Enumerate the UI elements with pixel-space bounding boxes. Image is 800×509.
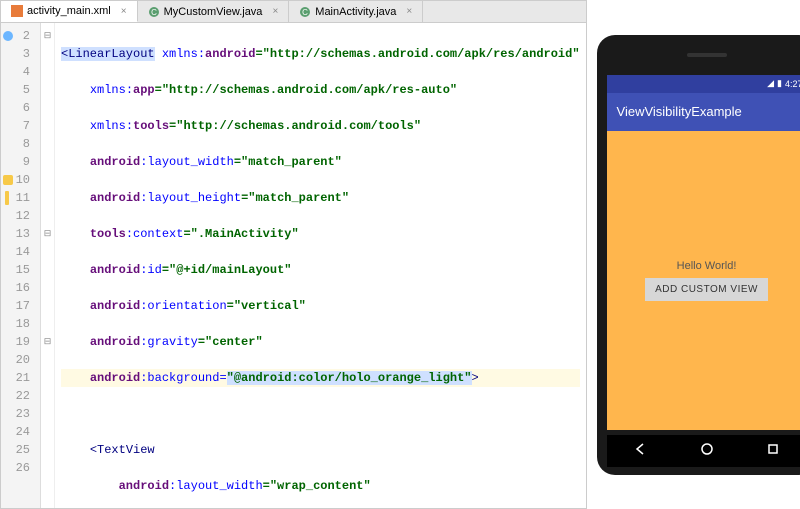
fold-column: ⊟ ⊟ ⊟ — [41, 23, 55, 508]
ide-editor-pane: activity_main.xml × C MyCustomView.java … — [0, 0, 587, 509]
svg-text:C: C — [302, 8, 308, 17]
home-icon[interactable] — [700, 442, 714, 459]
status-bar: ◢ ▮ 4:27 — [607, 75, 800, 93]
phone-speaker — [687, 53, 727, 57]
fold-toggle-icon[interactable]: ⊟ — [41, 27, 54, 45]
tab-label: activity_main.xml — [27, 5, 111, 17]
line-gutter: 2 3 4 5 6 7 8 9 10 11 12 13 14 15 16 17 … — [1, 23, 41, 508]
hello-text: Hello World! — [677, 260, 737, 272]
tab-mainactivity[interactable]: C MainActivity.java × — [289, 1, 423, 22]
back-icon[interactable] — [633, 442, 647, 459]
java-file-icon: C — [299, 6, 311, 18]
phone-frame: ◢ ▮ 4:27 ViewVisibilityExample Hello Wor… — [597, 35, 800, 475]
app-content: Hello World! ADD CUSTOM VIEW — [607, 131, 800, 430]
warning-bar-icon — [5, 191, 9, 205]
xml-file-icon — [11, 5, 23, 17]
tab-label: MainActivity.java — [315, 6, 396, 18]
app-title: ViewVisibilityExample — [617, 104, 742, 119]
tab-activity-main[interactable]: activity_main.xml × — [1, 1, 138, 22]
code-editor[interactable]: 2 3 4 5 6 7 8 9 10 11 12 13 14 15 16 17 … — [1, 23, 586, 508]
editor-tabs: activity_main.xml × C MyCustomView.java … — [1, 1, 586, 23]
tab-mycustomview[interactable]: C MyCustomView.java × — [138, 1, 290, 22]
java-file-icon: C — [148, 6, 160, 18]
nav-bar — [607, 435, 800, 467]
phone-screen[interactable]: ◢ ▮ 4:27 ViewVisibilityExample Hello Wor… — [607, 75, 800, 430]
add-custom-view-button[interactable]: ADD CUSTOM VIEW — [645, 278, 768, 301]
xml-element-icon — [3, 31, 13, 41]
status-time: 4:27 — [785, 79, 800, 89]
tab-label: MyCustomView.java — [164, 6, 263, 18]
fold-toggle-icon[interactable]: ⊟ — [41, 225, 54, 243]
emulator-pane: ◢ ▮ 4:27 ViewVisibilityExample Hello Wor… — [587, 0, 800, 509]
app-bar: ViewVisibilityExample — [607, 93, 800, 131]
close-icon[interactable]: × — [272, 6, 278, 17]
svg-text:C: C — [151, 8, 157, 17]
lightbulb-icon[interactable] — [3, 175, 13, 185]
close-icon[interactable]: × — [406, 6, 412, 17]
signal-icon: ◢ — [767, 78, 774, 89]
battery-icon: ▮ — [777, 78, 782, 89]
close-icon[interactable]: × — [121, 6, 127, 17]
fold-toggle-icon[interactable]: ⊟ — [41, 333, 54, 351]
code-content[interactable]: <LinearLayout xmlns:android="http://sche… — [55, 23, 586, 508]
recents-icon[interactable] — [766, 442, 780, 459]
